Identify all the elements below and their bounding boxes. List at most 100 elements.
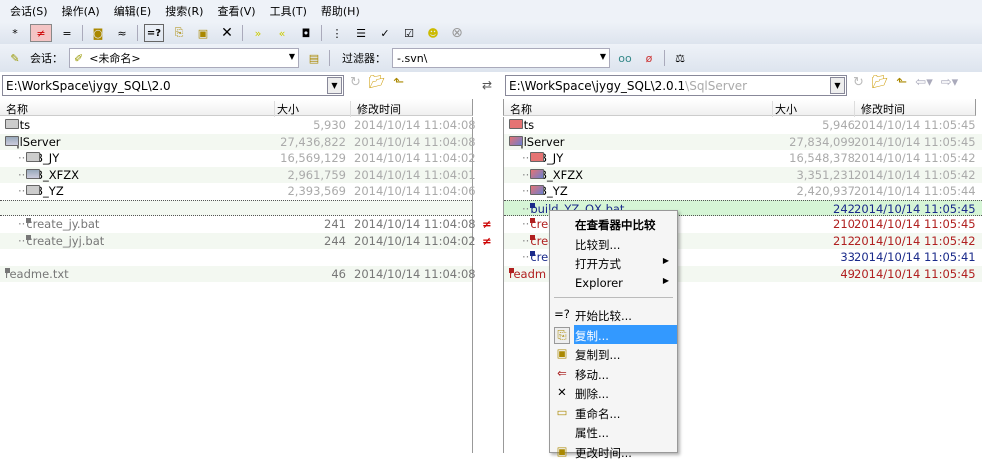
tree-icon[interactable]: ⋮ <box>328 24 346 42</box>
divider <box>82 25 83 41</box>
menu-edit[interactable]: 编辑(E) <box>114 3 152 19</box>
context-menu-item[interactable]: ⇐ 移动... <box>550 364 677 383</box>
approx-icon[interactable]: ≈ <box>113 24 131 42</box>
menu-item-label: 复制... <box>575 328 609 343</box>
right-path-input[interactable]: E:\WorkSpace\jygy_SQL\2.0.1 \SqlServer ▼ <box>505 75 847 96</box>
tree-line: ·· <box>522 167 530 182</box>
scales-icon[interactable]: ⚖ <box>671 49 689 67</box>
up-folder-icon[interactable]: ⬑ <box>896 75 907 90</box>
menu-view[interactable]: 查看(V) <box>217 3 255 19</box>
open-folder-icon[interactable]: 📂︎ <box>369 75 386 90</box>
save-session-icon[interactable]: ▤ <box>305 49 323 67</box>
delete-icon[interactable]: ✕ <box>218 24 236 42</box>
file-icon <box>530 202 536 208</box>
snapshot-icon[interactable]: ◘ <box>297 24 315 42</box>
change-time-icon: ▣ <box>556 443 568 458</box>
file-row[interactable]: readme.txt 46 2014/10/14 11:04:08 <box>0 265 476 282</box>
binoculars-icon[interactable]: ◙ <box>89 24 107 42</box>
refresh-icon[interactable]: ↻ <box>350 75 361 90</box>
context-menu-item[interactable]: 打开方式 ▶ <box>550 253 677 272</box>
context-menu-item[interactable]: ▣ 更改时间... <box>550 442 677 461</box>
menu-session[interactable]: 会话(S) <box>10 3 48 19</box>
help-icon[interactable]: ☻ <box>424 24 442 42</box>
file-row[interactable]: ·· DB_JY 16,548,378 2014/10/14 11:05:42 <box>504 150 982 167</box>
file-size: 212 <box>833 233 855 248</box>
context-menu-item[interactable]: ⎘ 复制... <box>554 324 677 344</box>
compare-icon[interactable]: =? <box>144 24 164 42</box>
left-path-input[interactable]: E:\WorkSpace\jygy_SQL\2.0 ▼ <box>2 75 344 96</box>
menu-actions[interactable]: 操作(A) <box>62 3 100 19</box>
file-size: 3,351,231 <box>796 167 855 182</box>
copy-to-icon[interactable]: ▣ <box>194 24 212 42</box>
file-row[interactable]: ·· DB_XFZX 2,961,759 2014/10/14 11:04:01 <box>0 166 476 183</box>
right-column-header: 名称 大小 修改时间 <box>503 99 976 117</box>
file-modified: 2014/10/14 11:05:42 <box>854 167 976 182</box>
file-name-text: readme.txt <box>5 266 69 281</box>
file-modified: 2014/10/14 11:04:06 <box>354 184 476 198</box>
copy-icon[interactable]: ⎘ <box>170 24 188 42</box>
menu-tools[interactable]: 工具(T) <box>270 3 307 19</box>
swap-sides-icon[interactable]: ⇄ <box>482 78 492 92</box>
file-row[interactable]: ddts 5,9462014/10/14 11:05:45 <box>504 117 982 134</box>
file-row[interactable]: ·· create_jy.bat 241 2014/10/14 11:04:08 <box>0 216 476 233</box>
file-name: readme.txt <box>5 267 69 281</box>
show-all-icon[interactable]: * <box>6 24 24 42</box>
chevron-down-icon[interactable]: ▼ <box>830 77 845 94</box>
file-row[interactable]: ·· DB_JY 16,569,129 2014/10/14 11:04:02 <box>0 150 476 167</box>
session-select[interactable]: ✐ <未命名> ▼ <box>69 48 299 68</box>
open-folder-icon[interactable]: 📂︎ <box>872 75 889 90</box>
gutter-row <box>474 249 502 266</box>
file-name: ·· DB_XFZX <box>18 168 79 182</box>
context-menu-item[interactable]: ▭ 重命名... <box>550 403 677 422</box>
col-size[interactable]: 大小 <box>772 101 852 117</box>
menu-item-label: 比较到... <box>575 237 621 252</box>
check-icon[interactable]: ✓ <box>376 24 394 42</box>
file-row[interactable]: ·· DB_YZ 2,420,937 2014/10/14 11:05:44 <box>504 183 982 200</box>
gutter-row <box>474 183 502 200</box>
menu-search[interactable]: 搜索(R) <box>165 3 203 19</box>
file-row[interactable]: ·· DB_XFZX 3,351,231 2014/10/14 11:05:42 <box>504 166 982 183</box>
up-folder-icon[interactable]: ⬑ <box>393 75 404 90</box>
context-menu-item[interactable]: =? 开始比较... <box>550 305 677 324</box>
file-size: 244 <box>324 233 346 248</box>
folder-icon <box>530 168 545 179</box>
menu-item-label: 属性... <box>575 426 609 440</box>
forward-icon[interactable]: ⇨▾ <box>941 75 958 90</box>
hide-filtered-icon[interactable]: ø <box>640 49 658 67</box>
file-row[interactable]: SqlServer 27,436,822 2014/10/14 11:04:08 <box>0 133 476 150</box>
file-size: 2,961,759 <box>287 167 346 182</box>
file-row[interactable]: ddts 5,930 2014/10/14 11:04:08 <box>0 117 476 134</box>
col-time[interactable]: 修改时间 <box>350 101 401 117</box>
show-diff-icon[interactable]: ≠ <box>30 24 52 42</box>
folder-icon <box>26 168 41 179</box>
file-size: 16,569,129 <box>280 151 346 165</box>
menu-help[interactable]: 帮助(H) <box>321 3 360 19</box>
show-same-icon[interactable]: = <box>58 24 76 42</box>
col-name[interactable]: 名称 <box>6 101 28 117</box>
refresh-icon[interactable]: ↻ <box>853 75 864 90</box>
stop-icon[interactable]: ⊗ <box>448 24 466 42</box>
file-icon <box>530 251 536 256</box>
file-icon <box>26 218 32 223</box>
file-row[interactable]: ·· create_jyj.bat 244 2014/10/14 11:04:02 <box>0 232 476 249</box>
file-row[interactable]: SqlServer 27,834,099 2014/10/14 11:05:45 <box>504 133 982 150</box>
list-icon[interactable]: ☰ <box>352 24 370 42</box>
back-icon[interactable]: ⇦▾ <box>915 75 932 90</box>
file-row[interactable]: ·· DB_YZ 2,393,569 2014/10/14 11:04:06 <box>0 183 476 200</box>
context-menu-item[interactable]: Explorer ▶ <box>550 273 677 292</box>
col-time[interactable]: 修改时间 <box>854 101 905 117</box>
sync-right-icon[interactable]: » <box>249 24 267 42</box>
chevron-down-icon[interactable]: ▼ <box>327 77 342 94</box>
context-menu-item[interactable]: ▣ 复制到... <box>550 344 677 363</box>
context-menu-item[interactable]: ✕ 删除... <box>550 383 677 402</box>
context-menu-item[interactable]: 比较到... <box>550 234 677 253</box>
col-name[interactable]: 名称 <box>510 101 532 117</box>
show-filtered-icon[interactable]: oo <box>616 49 634 67</box>
file-name: ·· DB_YZ <box>522 184 568 198</box>
context-menu-item[interactable]: 属性... <box>550 422 677 441</box>
checkbox-icon[interactable]: ☑ <box>400 24 418 42</box>
col-size[interactable]: 大小 <box>274 101 348 117</box>
filter-input[interactable]: -.svn\ ▼ <box>392 48 610 68</box>
context-menu-item[interactable]: 在查看器中比较 <box>550 214 677 233</box>
sync-left-icon[interactable]: « <box>273 24 291 42</box>
